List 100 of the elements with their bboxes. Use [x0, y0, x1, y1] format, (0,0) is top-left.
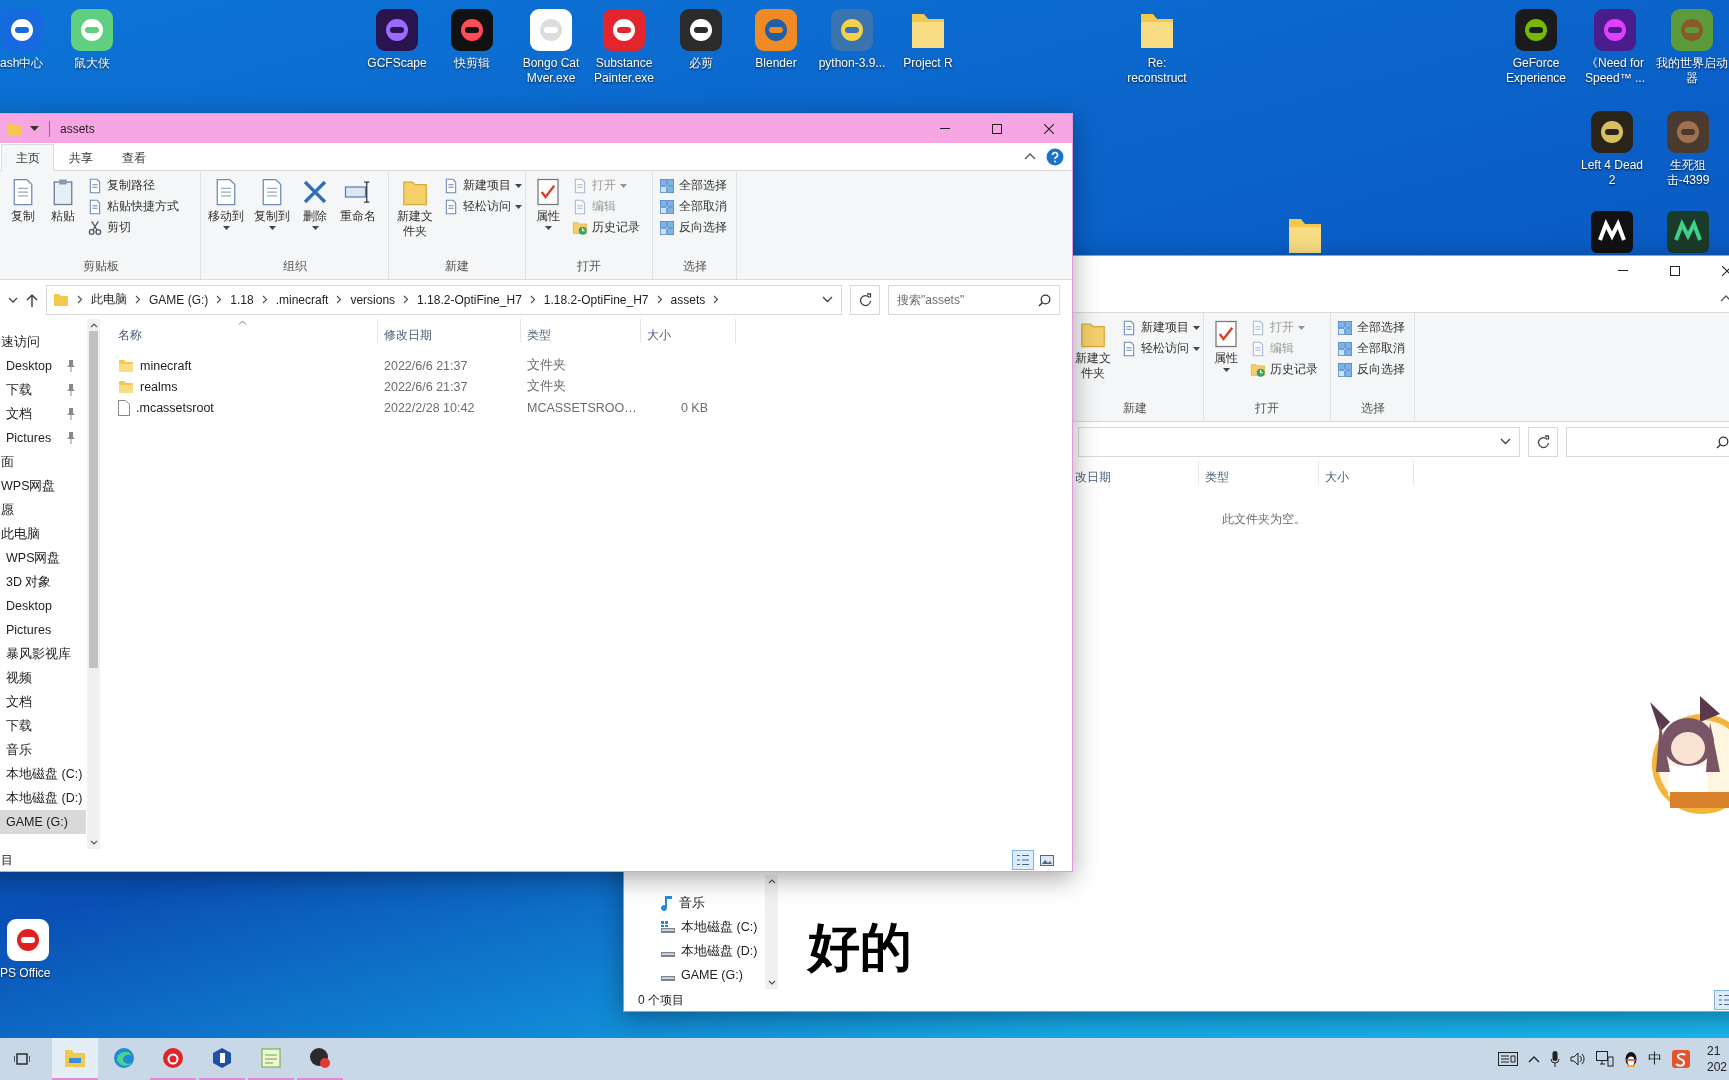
clock[interactable]: 21 202: [1707, 1043, 1729, 1075]
column-header[interactable]: 类型: [521, 319, 641, 343]
icon-label: ash中心: [0, 56, 44, 71]
ribbon-button[interactable]: 粘贴快捷方式: [84, 196, 182, 217]
nav-item[interactable]: 本地磁盘 (C:): [624, 915, 764, 939]
nav-item[interactable]: GAME (G:): [624, 963, 764, 987]
file-type: MCASSETSROO…: [527, 400, 637, 415]
nav-item[interactable]: Pictures: [0, 618, 86, 642]
ribbon-tab[interactable]: 主页: [1, 144, 54, 171]
breadcrumb-item[interactable]: 1.18: [230, 292, 254, 307]
group-label: 新建: [1122, 400, 1148, 417]
nav-item[interactable]: WPS网盘: [0, 474, 86, 498]
icon-label: 快剪辑: [453, 56, 491, 71]
nav-item[interactable]: 音乐: [624, 891, 764, 915]
address-bar[interactable]: 此电脑 GAME (G:) 1.18 .minecraft versions 1.18.2-OptiFine_H7 1.18.2-OptiFine_H7 assets: [46, 284, 842, 315]
breadcrumb-item[interactable]: GAME (G:): [149, 292, 209, 307]
icon-label: Left 4 Dead 2: [1579, 158, 1644, 188]
file-size: 0 KB: [680, 400, 708, 415]
ribbon-button[interactable]: 反向选择: [656, 217, 730, 238]
group-label: 打开: [1254, 400, 1280, 417]
ribbon-button[interactable]: 历史记录: [569, 217, 643, 238]
nav-item[interactable]: 3D 对象: [0, 570, 86, 594]
ribbon-button[interactable]: 复制路径: [84, 175, 182, 196]
icon-label: Project R: [902, 56, 954, 71]
column-header[interactable]: 类型: [1199, 461, 1319, 485]
ribbon-button[interactable]: 全部选择: [656, 175, 730, 196]
group-label: 新建: [444, 258, 470, 275]
clock-time: 21: [1707, 1043, 1722, 1059]
file-name[interactable]: .mcassetsroot: [136, 400, 214, 415]
breadcrumb-item[interactable]: .minecraft: [275, 292, 329, 307]
icon-label: python-3.9...: [817, 56, 887, 71]
nav-item[interactable]: 本地磁盘 (D:): [0, 786, 86, 810]
nav-item[interactable]: Desktop: [0, 594, 86, 618]
column-header[interactable]: 大小: [641, 319, 736, 343]
ribbon-button[interactable]: 轻松访问: [1118, 338, 1203, 359]
breadcrumb-item[interactable]: 1.18.2-OptiFine_H7: [543, 292, 649, 307]
ribbon-button[interactable]: 反向选择: [1334, 359, 1408, 380]
icon-label: GCFScape: [366, 56, 428, 71]
ribbon-button[interactable]: 新建文件夹: [1070, 317, 1116, 383]
window-title: assets: [60, 121, 95, 136]
clock-date: 202: [1707, 1059, 1729, 1075]
modified-date: 2022/6/6 21:37: [384, 358, 468, 373]
column-header[interactable]: 改日期: [1069, 461, 1199, 485]
group-label: 组织: [281, 258, 308, 275]
ribbon-button[interactable]: 轻松访问: [440, 196, 525, 217]
file-type: 文件夹: [527, 378, 566, 395]
ribbon-button[interactable]: 粘贴: [44, 175, 82, 226]
modified-date: 2022/6/6 21:37: [384, 379, 468, 394]
status-text: 0 个项目: [638, 991, 684, 1009]
nav-item[interactable]: 暴风影视库: [0, 642, 86, 666]
ribbon-button[interactable]: 移动到: [204, 175, 248, 232]
ribbon-button[interactable]: 剪切: [84, 217, 182, 238]
column-header[interactable]: 名称: [112, 319, 378, 343]
nav-item[interactable]: 面: [0, 450, 86, 474]
ribbon-tab[interactable]: 查看: [107, 144, 160, 171]
breadcrumb-item[interactable]: 此电脑: [91, 291, 127, 308]
nav-item[interactable]: WPS网盘: [0, 546, 86, 570]
nav-item[interactable]: 文档: [0, 690, 86, 714]
nav-item[interactable]: GAME (G:): [0, 810, 86, 834]
column-header[interactable]: 大小: [1319, 461, 1414, 485]
ribbon-button[interactable]: 新建项目: [1118, 317, 1203, 338]
icon-label: Substance Painter.exe: [592, 56, 655, 86]
nav-item[interactable]: Pictures: [0, 426, 86, 450]
ribbon-button[interactable]: 历史记录: [1247, 359, 1321, 380]
nav-item[interactable]: 速访问: [0, 330, 86, 354]
nav-item[interactable]: 此电脑: [0, 522, 86, 546]
ribbon-button[interactable]: 重命名: [336, 175, 380, 226]
ribbon-tab[interactable]: 共享: [54, 144, 107, 171]
ribbon-button[interactable]: 全部取消: [656, 196, 730, 217]
nav-item[interactable]: Desktop: [0, 354, 86, 378]
input-method-indicator[interactable]: 中: [1648, 1050, 1662, 1068]
nav-item[interactable]: 下载: [0, 378, 86, 402]
group-label: 打开: [576, 258, 602, 275]
group-label: 选择: [681, 258, 708, 275]
nav-item[interactable]: 视频: [0, 666, 86, 690]
ribbon-button[interactable]: 全部取消: [1334, 338, 1408, 359]
icon-label: 《Need for Speed™ ...: [1583, 56, 1646, 86]
icon-label: 我的世界启动器: [1656, 56, 1728, 86]
breadcrumb-item[interactable]: versions: [350, 292, 396, 307]
column-header[interactable]: 修改日期: [378, 319, 521, 343]
nav-item[interactable]: 本地磁盘 (C:): [0, 762, 86, 786]
nav-item[interactable]: 文档: [0, 402, 86, 426]
file-name[interactable]: minecraft: [140, 358, 192, 373]
breadcrumb-item[interactable]: 1.18.2-OptiFine_H7: [417, 292, 522, 307]
ribbon-button[interactable]: 删除: [296, 175, 334, 232]
ribbon-button[interactable]: 复制: [4, 175, 42, 226]
ribbon-button[interactable]: 全部选择: [1334, 317, 1408, 338]
nav-item[interactable]: 下载: [0, 714, 86, 738]
ribbon-button[interactable]: 新建文件夹: [392, 175, 438, 241]
ribbon-button[interactable]: 复制到: [250, 175, 294, 232]
nav-item[interactable]: 本地磁盘 (D:): [624, 939, 764, 963]
icon-label: 生死狙击-4399: [1665, 158, 1711, 188]
ribbon-button[interactable]: 新建项目: [440, 175, 525, 196]
nav-item[interactable]: 音乐: [0, 738, 86, 762]
breadcrumb-item[interactable]: assets: [670, 292, 706, 307]
search-field[interactable]: 搜索"assets": [888, 284, 1060, 315]
file-name[interactable]: realms: [140, 379, 178, 394]
ribbon-button[interactable]: 属性: [529, 175, 567, 232]
ribbon-button[interactable]: 属性: [1207, 317, 1245, 374]
nav-item[interactable]: 愿: [0, 498, 86, 522]
